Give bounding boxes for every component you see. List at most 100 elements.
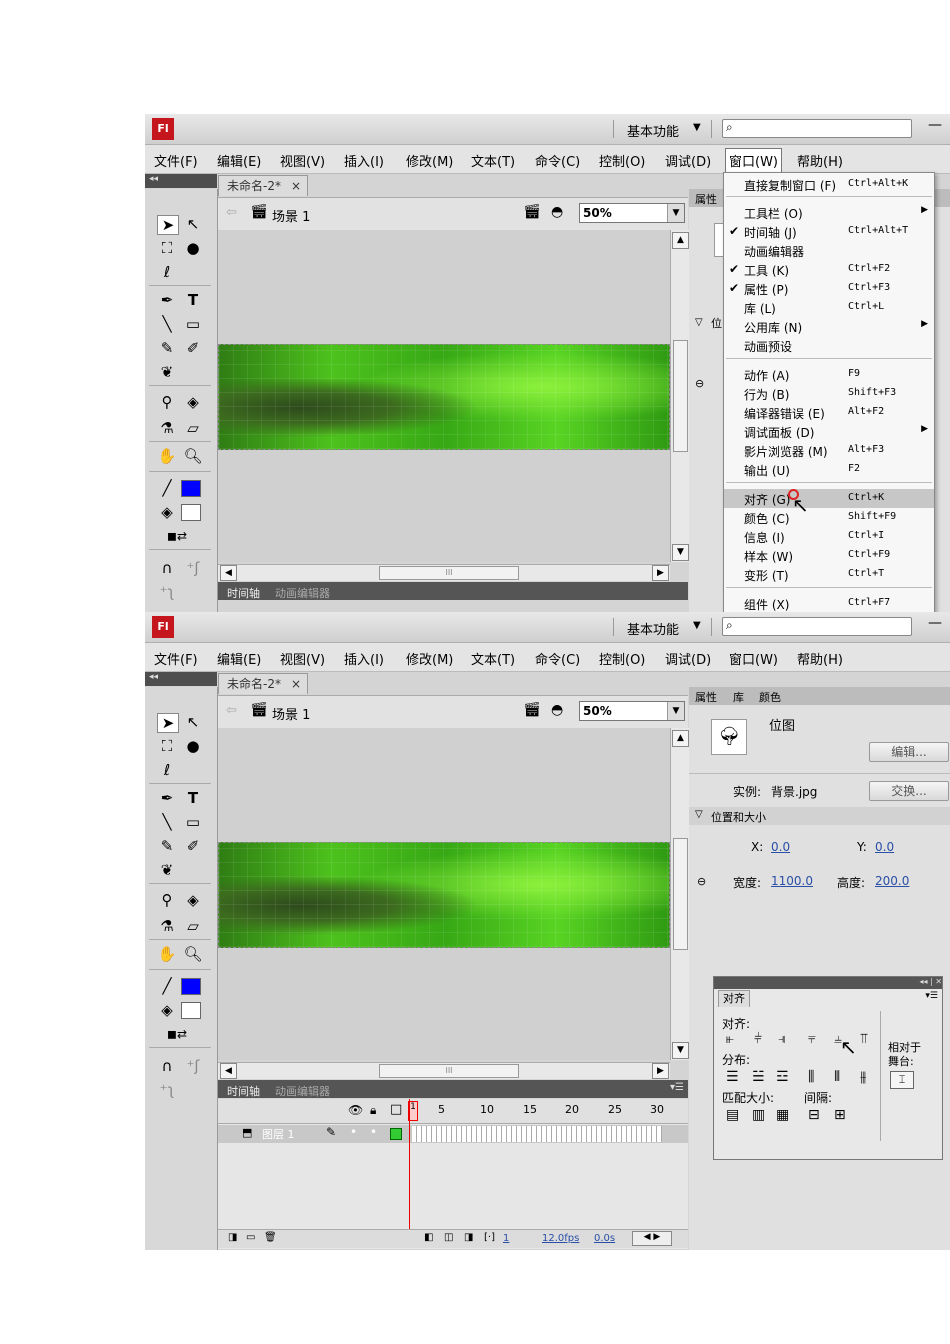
layer-row[interactable]: ⬒ 图层 1 ✎ • • <box>218 1125 688 1143</box>
stage[interactable] <box>218 230 670 562</box>
menu-item-behaviors[interactable]: 行为 (B) Shift+F3 <box>724 384 934 403</box>
x-value[interactable]: 0.0 <box>771 840 790 854</box>
zoom-tool-icon[interactable]: 🔍︎ <box>183 945 203 963</box>
edit-symbol-icon[interactable]: ◓ <box>551 702 563 718</box>
chevron-down-icon[interactable]: ▼ <box>693 122 701 133</box>
timeline-scroll-icon[interactable]: ◀ ▶ <box>632 1231 672 1246</box>
subselection-tool-icon[interactable]: ↖ <box>183 713 203 731</box>
distribute-vcenter-icon[interactable]: ☱ <box>752 1069 765 1085</box>
panel-menu-icon[interactable]: ▾☰ <box>670 1082 684 1093</box>
eyedropper-icon[interactable]: ⚗ <box>157 917 177 935</box>
search-input[interactable]: ⌕ <box>722 617 912 636</box>
tab-align[interactable]: 对齐 <box>718 990 750 1007</box>
vertical-scrollbar[interactable]: ▲ ▼ <box>670 728 689 1060</box>
close-icon[interactable]: × <box>291 176 301 197</box>
menu-text[interactable]: 文本(T) <box>471 151 515 170</box>
paint-bucket-icon[interactable]: ◈ <box>183 891 203 909</box>
scroll-up-icon[interactable]: ▲ <box>672 232 689 249</box>
chevron-down-icon[interactable]: ▼ <box>667 702 684 720</box>
chevron-down-icon[interactable]: ▼ <box>693 620 701 631</box>
collapse-icon[interactable]: ▽ <box>695 317 703 328</box>
vertical-scroll-thumb[interactable] <box>673 838 688 950</box>
pen-tool-icon[interactable]: ✒ <box>157 789 177 807</box>
menu-item-output[interactable]: 输出 (U) F2 <box>724 460 934 479</box>
tab-library[interactable]: 库 <box>733 689 744 705</box>
distribute-left-icon[interactable]: ⫼ <box>808 1069 814 1085</box>
visibility-dot-icon[interactable]: • <box>350 1125 357 1139</box>
lock-dot-icon[interactable]: • <box>370 1125 377 1139</box>
deco-tool-icon[interactable]: ❦ <box>157 861 177 879</box>
menu-item-align[interactable]: 对齐 (G) Ctrl+K <box>724 489 934 508</box>
distribute-hcenter-icon[interactable]: ⦀ <box>834 1069 840 1085</box>
zoom-tool-icon[interactable]: 🔍︎ <box>183 447 203 465</box>
rectangle-tool-icon[interactable]: ▭ <box>183 315 203 333</box>
eraser-icon[interactable]: ▱ <box>183 917 203 935</box>
menu-item-tools[interactable]: ✔ 工具 (K) Ctrl+F2 <box>724 260 934 279</box>
bone-tool-icon[interactable]: ⚲ <box>157 393 177 411</box>
text-tool-icon[interactable]: T <box>183 291 203 309</box>
zoom-select[interactable]: 50% ▼ <box>579 701 685 721</box>
tab-timeline[interactable]: 时间轴 <box>222 1082 265 1100</box>
document-tab[interactable]: 未命名-2* × <box>218 175 308 196</box>
free-transform-tool-icon[interactable]: ⛶ <box>157 239 177 257</box>
straighten-icon[interactable]: ⁺ʅ <box>157 583 177 601</box>
3d-rotation-tool-icon[interactable]: ● <box>183 239 203 257</box>
hand-tool-icon[interactable]: ✋ <box>157 447 177 465</box>
brush-tool-icon[interactable]: ✐ <box>183 837 203 855</box>
menu-item-toolbars[interactable]: 工具栏 (O) ▶ <box>724 203 934 222</box>
menu-help[interactable]: 帮助(H) <box>797 649 843 668</box>
menu-file[interactable]: 文件(F) <box>154 649 198 668</box>
edit-button[interactable]: 编辑... <box>869 742 949 762</box>
tab-timeline[interactable]: 时间轴 <box>222 584 265 602</box>
tab-color[interactable]: 颜色 <box>759 689 781 705</box>
tab-motion-editor[interactable]: 动画编辑器 <box>270 584 335 602</box>
align-horizontal-center-icon[interactable]: ⫩ <box>754 1031 762 1047</box>
menu-item-common-libraries[interactable]: 公用库 (N) ▶ <box>724 317 934 336</box>
tab-properties[interactable]: 属性 <box>695 689 717 705</box>
eraser-icon[interactable]: ▱ <box>183 419 203 437</box>
snap-magnet-icon[interactable]: ∩ <box>157 559 177 577</box>
menu-item-info[interactable]: 信息 (I) Ctrl+I <box>724 527 934 546</box>
horizontal-scrollbar[interactable]: ◀ III ▶ <box>218 564 670 581</box>
distribute-bottom-icon[interactable]: ☲ <box>776 1069 789 1085</box>
brush-tool-icon[interactable]: ✐ <box>183 339 203 357</box>
menu-view[interactable]: 视图(V) <box>280 649 325 668</box>
onion-outline-icon[interactable]: ◫ <box>444 1232 453 1243</box>
section-header[interactable]: ▽ 位置和大小 <box>689 807 950 825</box>
edit-scene-icon[interactable]: 🎬︎ <box>523 702 541 718</box>
pencil-tool-icon[interactable]: ✎ <box>157 837 177 855</box>
distribute-top-icon[interactable]: ☰ <box>726 1069 739 1085</box>
eye-icon[interactable]: 👁︎ <box>348 1103 363 1117</box>
menu-text[interactable]: 文本(T) <box>471 649 515 668</box>
match-width-height-icon[interactable]: ▦ <box>776 1107 789 1123</box>
menu-commands[interactable]: 命令(C) <box>535 151 580 170</box>
stage[interactable] <box>218 728 670 1060</box>
fill-color-swatch[interactable] <box>181 1002 201 1019</box>
menu-file[interactable]: 文件(F) <box>154 151 198 170</box>
align-top-icon[interactable]: ⫧ <box>808 1031 816 1047</box>
menu-insert[interactable]: 插入(I) <box>344 649 384 668</box>
space-evenly-horizontal-icon[interactable]: ⊞ <box>834 1107 846 1123</box>
new-layer-icon[interactable]: ◨ <box>228 1232 237 1243</box>
lasso-tool-icon[interactable]: ℓ <box>157 263 177 281</box>
search-input[interactable]: ⌕ <box>722 119 912 138</box>
y-value[interactable]: 0.0 <box>875 840 894 854</box>
menu-item-color[interactable]: 颜色 (C) Shift+F9 <box>724 508 934 527</box>
menu-commands[interactable]: 命令(C) <box>535 649 580 668</box>
outline-color-swatch[interactable] <box>390 1128 402 1140</box>
deco-tool-icon[interactable]: ❦ <box>157 363 177 381</box>
subselection-tool-icon[interactable]: ↖ <box>183 215 203 233</box>
align-bottom-icon[interactable]: ⫪ <box>860 1031 868 1047</box>
scroll-up-icon[interactable]: ▲ <box>672 730 689 747</box>
menu-item-properties[interactable]: ✔ 属性 (P) Ctrl+F3 <box>724 279 934 298</box>
new-folder-icon[interactable]: ▭ <box>246 1232 255 1243</box>
align-left-icon[interactable]: ⫦ <box>726 1031 734 1047</box>
height-value[interactable]: 200.0 <box>875 874 909 888</box>
eyedropper-icon[interactable]: ⚗ <box>157 419 177 437</box>
scroll-right-icon[interactable]: ▶ <box>652 1063 669 1079</box>
menu-item-components[interactable]: 组件 (X) Ctrl+F7 <box>724 594 934 612</box>
workspace-switcher[interactable]: 基本功能 <box>627 121 679 140</box>
fill-color-swatch[interactable] <box>181 504 201 521</box>
swap-colors-icon[interactable]: ◼⇄ <box>167 527 187 545</box>
horizontal-scroll-thumb[interactable]: III <box>379 1064 519 1078</box>
